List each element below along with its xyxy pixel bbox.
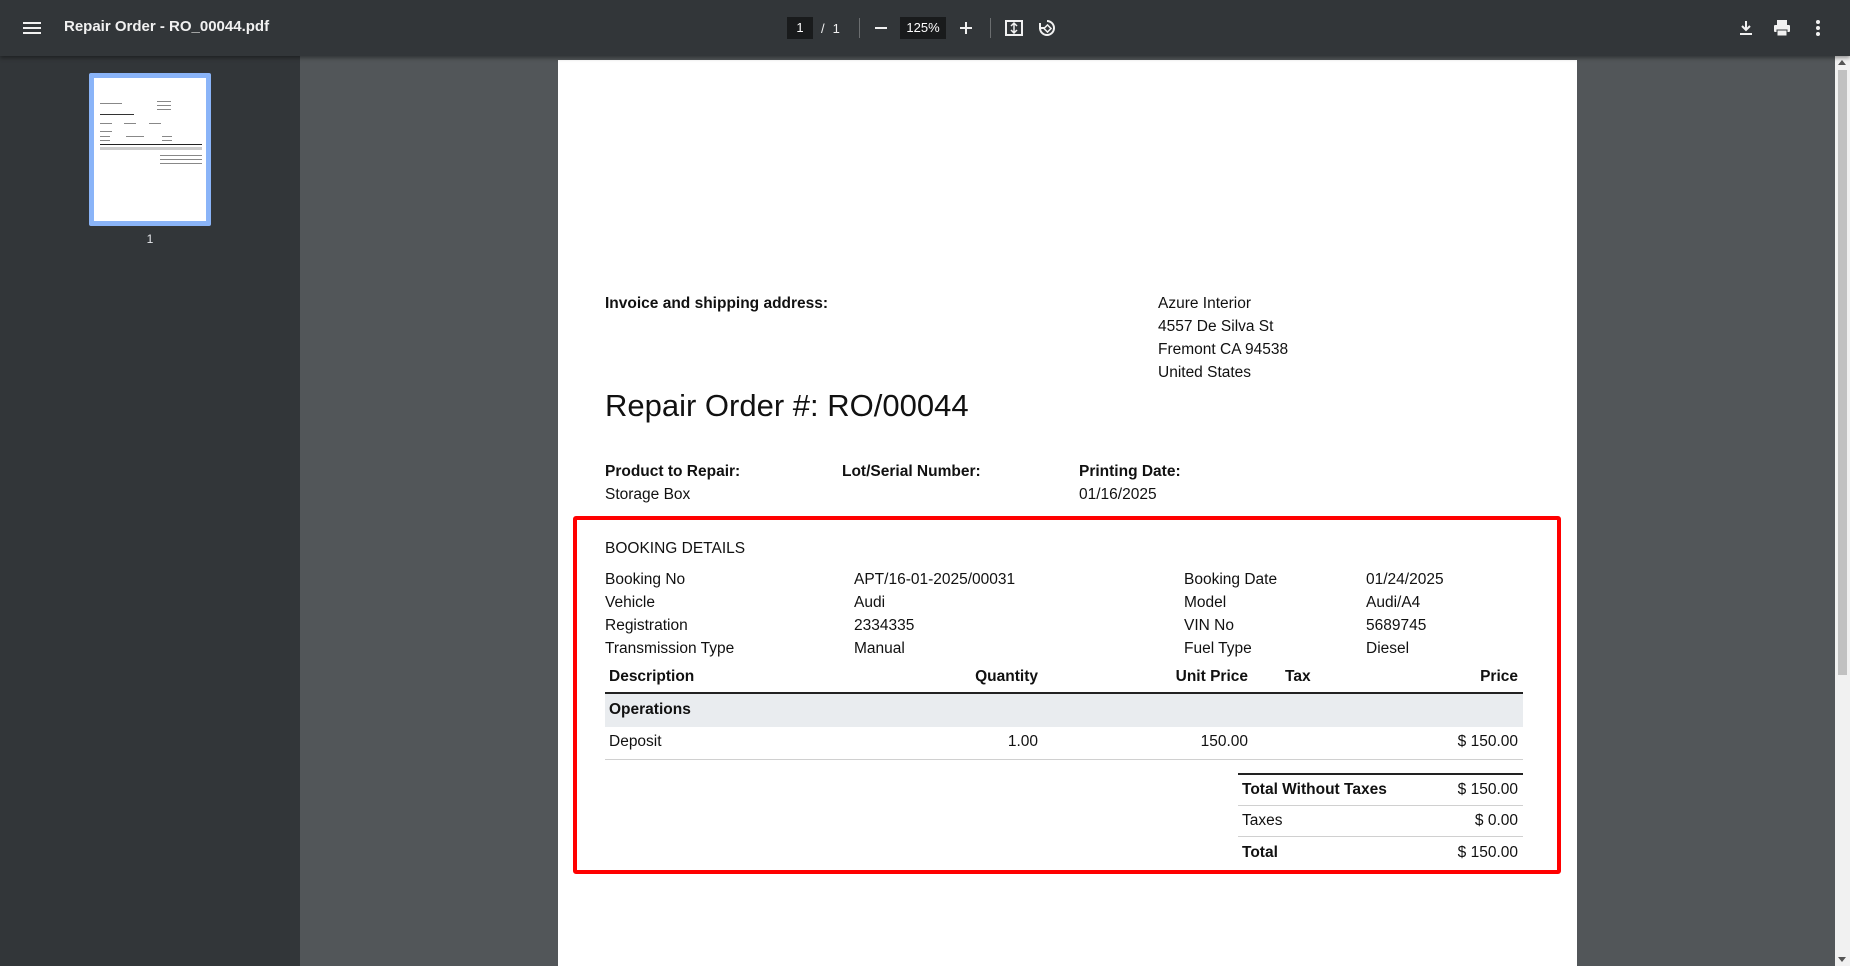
registration-value: 2334335 <box>854 617 915 634</box>
lot-label: Lot/Serial Number: <box>842 463 981 480</box>
registration-label: Registration <box>605 617 688 634</box>
page-thumbnail[interactable] <box>89 73 211 226</box>
fit-page-icon[interactable] <box>1000 14 1028 42</box>
table-header-description: Description <box>609 668 695 685</box>
fuel-label: Fuel Type <box>1184 640 1252 657</box>
address-line: 4557 De Silva St <box>1158 318 1274 335</box>
download-icon[interactable] <box>1732 14 1760 42</box>
address-line: United States <box>1158 364 1252 381</box>
zoom-out-icon[interactable] <box>867 14 895 42</box>
totals-divider <box>1238 773 1523 775</box>
page-navigator: 1 / 1 <box>787 17 840 39</box>
table-header-unit-price: Unit Price <box>1175 668 1248 685</box>
booking-heading: BOOKING DETAILS <box>605 540 746 557</box>
subtotal-label: Total Without Taxes <box>1242 781 1387 798</box>
table-header-price: Price <box>1480 668 1518 685</box>
booking-no-label: Booking No <box>605 571 686 588</box>
product-label: Product to Repair: <box>605 463 741 480</box>
address-line: Azure Interior <box>1158 295 1252 312</box>
booking-date-label: Booking Date <box>1184 571 1278 588</box>
total-pages: 1 <box>832 20 840 36</box>
line-unit-price: 150.00 <box>1200 733 1248 750</box>
vehicle-value: Audi <box>854 594 886 611</box>
page-separator: / <box>821 20 825 36</box>
vin-label: VIN No <box>1184 617 1234 634</box>
model-value: Audi/A4 <box>1366 594 1421 611</box>
product-value: Storage Box <box>605 486 691 503</box>
vin-value: 5689745 <box>1366 617 1427 634</box>
vehicle-label: Vehicle <box>605 594 655 611</box>
pdf-toolbar: Repair Order - RO_00044.pdf 1 / 1 125% <box>0 0 1850 56</box>
booking-no-value: APT/16-01-2025/00031 <box>854 571 1016 588</box>
scroll-thumb[interactable] <box>1838 70 1847 675</box>
transmission-label: Transmission Type <box>605 640 735 657</box>
subtotal-value: $ 150.00 <box>1457 781 1518 798</box>
table-header-tax: Tax <box>1285 668 1311 685</box>
menu-icon[interactable] <box>20 16 44 40</box>
taxes-value: $ 0.00 <box>1474 812 1518 829</box>
document-title: Repair Order - RO_00044.pdf <box>64 18 270 35</box>
address-line: Fremont CA 94538 <box>1158 341 1289 358</box>
row-divider <box>605 759 1523 760</box>
taxes-label: Taxes <box>1242 812 1283 829</box>
booking-date-value: 01/24/2025 <box>1366 571 1444 588</box>
section-row <box>605 694 1523 727</box>
vertical-scrollbar[interactable] <box>1835 56 1850 966</box>
scroll-down-icon[interactable] <box>1838 957 1846 962</box>
document-heading: Repair Order #: RO/00044 <box>605 388 969 423</box>
table-header-quantity: Quantity <box>975 668 1038 685</box>
toolbar-divider <box>990 18 991 38</box>
line-price: $ 150.00 <box>1457 733 1518 750</box>
scroll-up-icon[interactable] <box>1838 60 1846 65</box>
more-vert-icon[interactable] <box>1804 14 1832 42</box>
toolbar-divider <box>859 18 860 38</box>
rotate-icon[interactable] <box>1033 14 1061 42</box>
totals-divider <box>1238 805 1523 806</box>
print-icon[interactable] <box>1768 14 1796 42</box>
thumbnail-page-number: 1 <box>146 232 154 246</box>
current-page-input[interactable]: 1 <box>787 17 813 39</box>
zoom-level-input[interactable]: 125% <box>900 17 946 39</box>
total-value: $ 150.00 <box>1457 844 1518 861</box>
transmission-value: Manual <box>854 640 905 657</box>
total-label: Total <box>1242 844 1278 861</box>
totals-divider <box>1238 836 1523 837</box>
model-label: Model <box>1184 594 1227 611</box>
zoom-in-icon[interactable] <box>952 14 980 42</box>
pdf-page: Invoice and shipping address: Azure Inte… <box>558 60 1577 966</box>
line-description: Deposit <box>609 733 662 750</box>
printing-date-label: Printing Date: <box>1079 463 1181 480</box>
address-label: Invoice and shipping address: <box>605 295 829 312</box>
printing-date-value: 01/16/2025 <box>1079 486 1157 503</box>
fuel-value: Diesel <box>1366 640 1410 657</box>
line-quantity: 1.00 <box>1007 733 1038 750</box>
section-label: Operations <box>609 701 691 718</box>
